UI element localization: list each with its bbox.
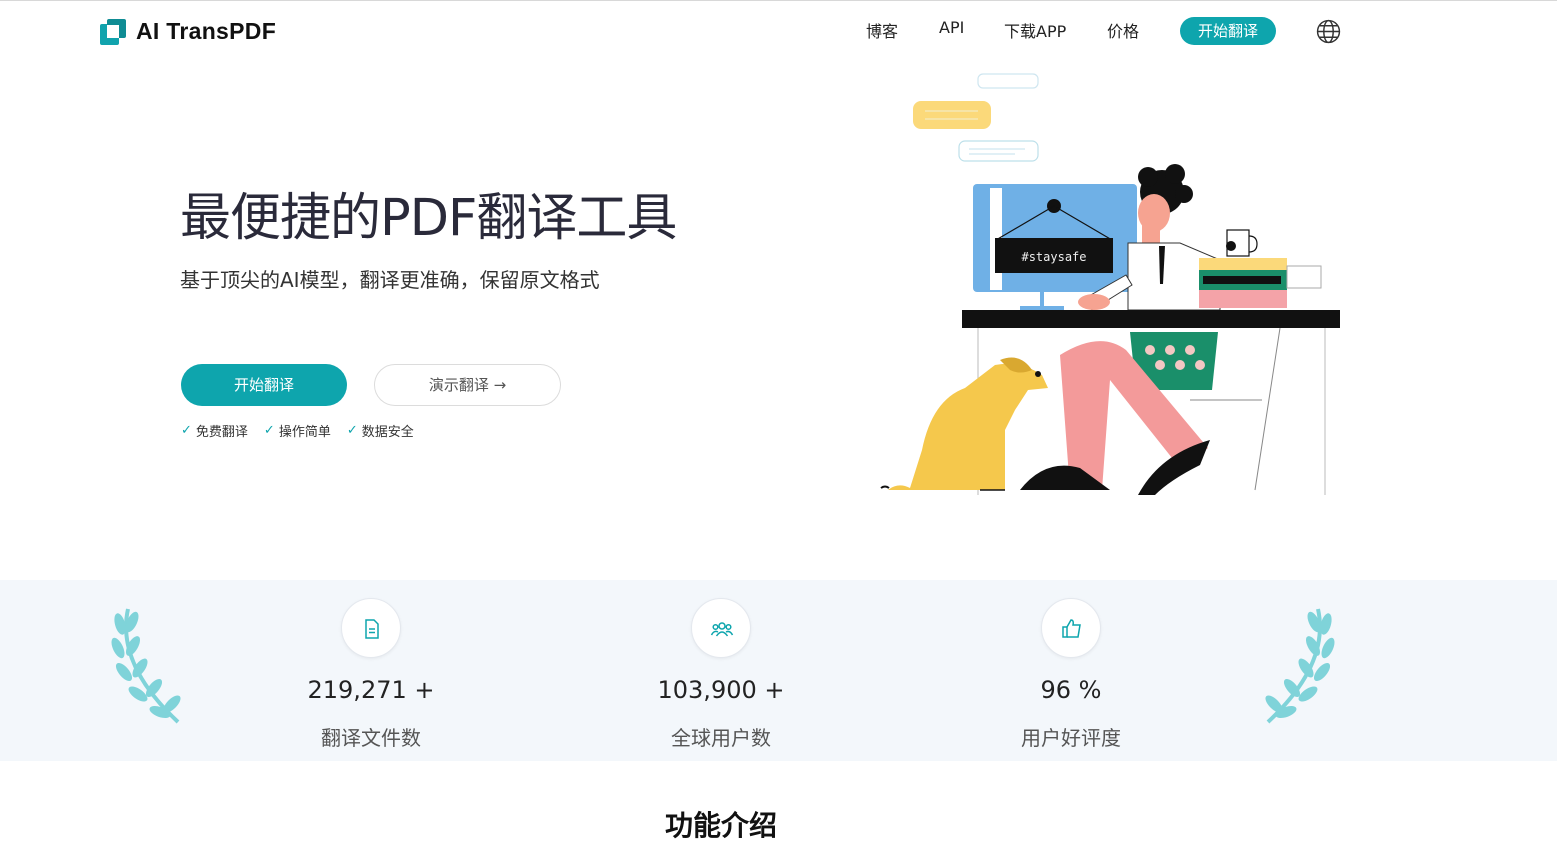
- logo-icon: [100, 18, 126, 45]
- laurel-right-icon: [1265, 608, 1335, 724]
- feature-label: 数据安全: [361, 425, 414, 440]
- feature-item: ✓ 免费翻译: [181, 421, 248, 440]
- laurel-left-icon: [111, 608, 181, 724]
- demo-translate-button[interactable]: 演示翻译 →: [374, 364, 561, 406]
- stat-label: 全球用户数: [671, 726, 771, 750]
- nav-item-download-app[interactable]: 下载APP: [1004, 18, 1066, 42]
- document-icon: [341, 598, 401, 658]
- hero-subtitle: 基于顶尖的AI模型，翻译更准确，保留原文格式: [180, 268, 600, 292]
- feature-label: 操作简单: [278, 425, 331, 440]
- check-icon: ✓: [263, 423, 275, 438]
- nav-item-api[interactable]: API: [939, 18, 964, 37]
- stat-label: 用户好评度: [1021, 726, 1121, 750]
- section-title: 功能介绍: [664, 809, 777, 842]
- check-icon: ✓: [346, 423, 358, 438]
- check-icon: ✓: [181, 423, 192, 438]
- feature-list: ✓ 免费翻译 ✓ 操作简单 ✓ 数据安全: [181, 421, 414, 440]
- stat-value: 219,271 +: [307, 676, 435, 704]
- thumbs-up-icon: [1041, 598, 1101, 658]
- nav-item-pricing[interactable]: 价格: [1107, 18, 1139, 42]
- brand-name: AI TransPDF: [136, 18, 277, 44]
- brand-logo[interactable]: AI TransPDF: [100, 18, 276, 45]
- stat-value: 96 %: [1040, 676, 1102, 704]
- stats-band: 219,271 + 翻译文件数 103,900 + 全球用户数 96 % 用户好…: [0, 580, 1557, 761]
- users-icon: [691, 598, 751, 658]
- feature-item: ✓ 数据安全: [347, 421, 414, 440]
- illustration-sign-text: #staysafe: [1021, 250, 1086, 264]
- stat-label: 翻译文件数: [321, 726, 421, 750]
- globe-icon[interactable]: [1316, 19, 1341, 44]
- hero-illustration: #staysafe: [880, 73, 1340, 495]
- nav-item-blog[interactable]: 博客: [866, 18, 898, 42]
- feature-item: ✓ 操作简单: [264, 421, 331, 440]
- start-translate-button[interactable]: 开始翻译: [181, 364, 347, 406]
- stat-value: 103,900 +: [657, 676, 785, 704]
- feature-label: 免费翻译: [195, 425, 248, 440]
- header-start-translate-button[interactable]: 开始翻译: [1180, 17, 1276, 45]
- hero-title: 最便捷的PDF翻译工具: [180, 189, 677, 248]
